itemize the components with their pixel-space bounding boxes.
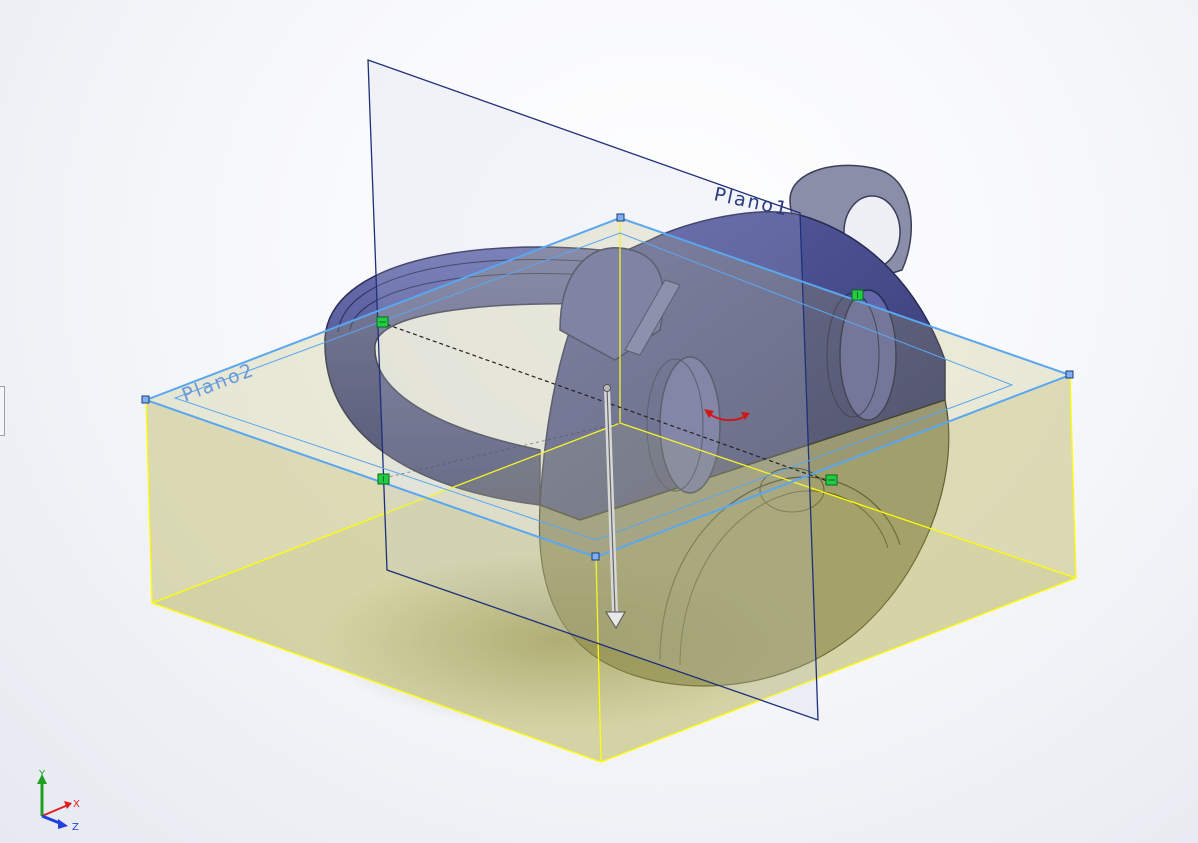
triad-z-label: Z (72, 822, 79, 833)
edge-handle-2[interactable] (851, 289, 864, 301)
triad-y-label: Y (38, 769, 46, 780)
edge-handle-4[interactable] (825, 474, 838, 486)
plane-handle-right[interactable] (1065, 370, 1074, 379)
3d-viewport[interactable]: Plano1 Plano2 Y X Z (0, 0, 1198, 843)
plane-handle-front[interactable] (591, 552, 600, 561)
triad-x-label: X (73, 799, 80, 810)
plane-handle-left[interactable] (141, 395, 150, 404)
edge-handle-3[interactable] (377, 473, 390, 485)
triad-icon: Y X Z (37, 769, 80, 833)
plane-handle-back[interactable] (616, 213, 625, 222)
edge-handle-1[interactable] (376, 316, 389, 328)
